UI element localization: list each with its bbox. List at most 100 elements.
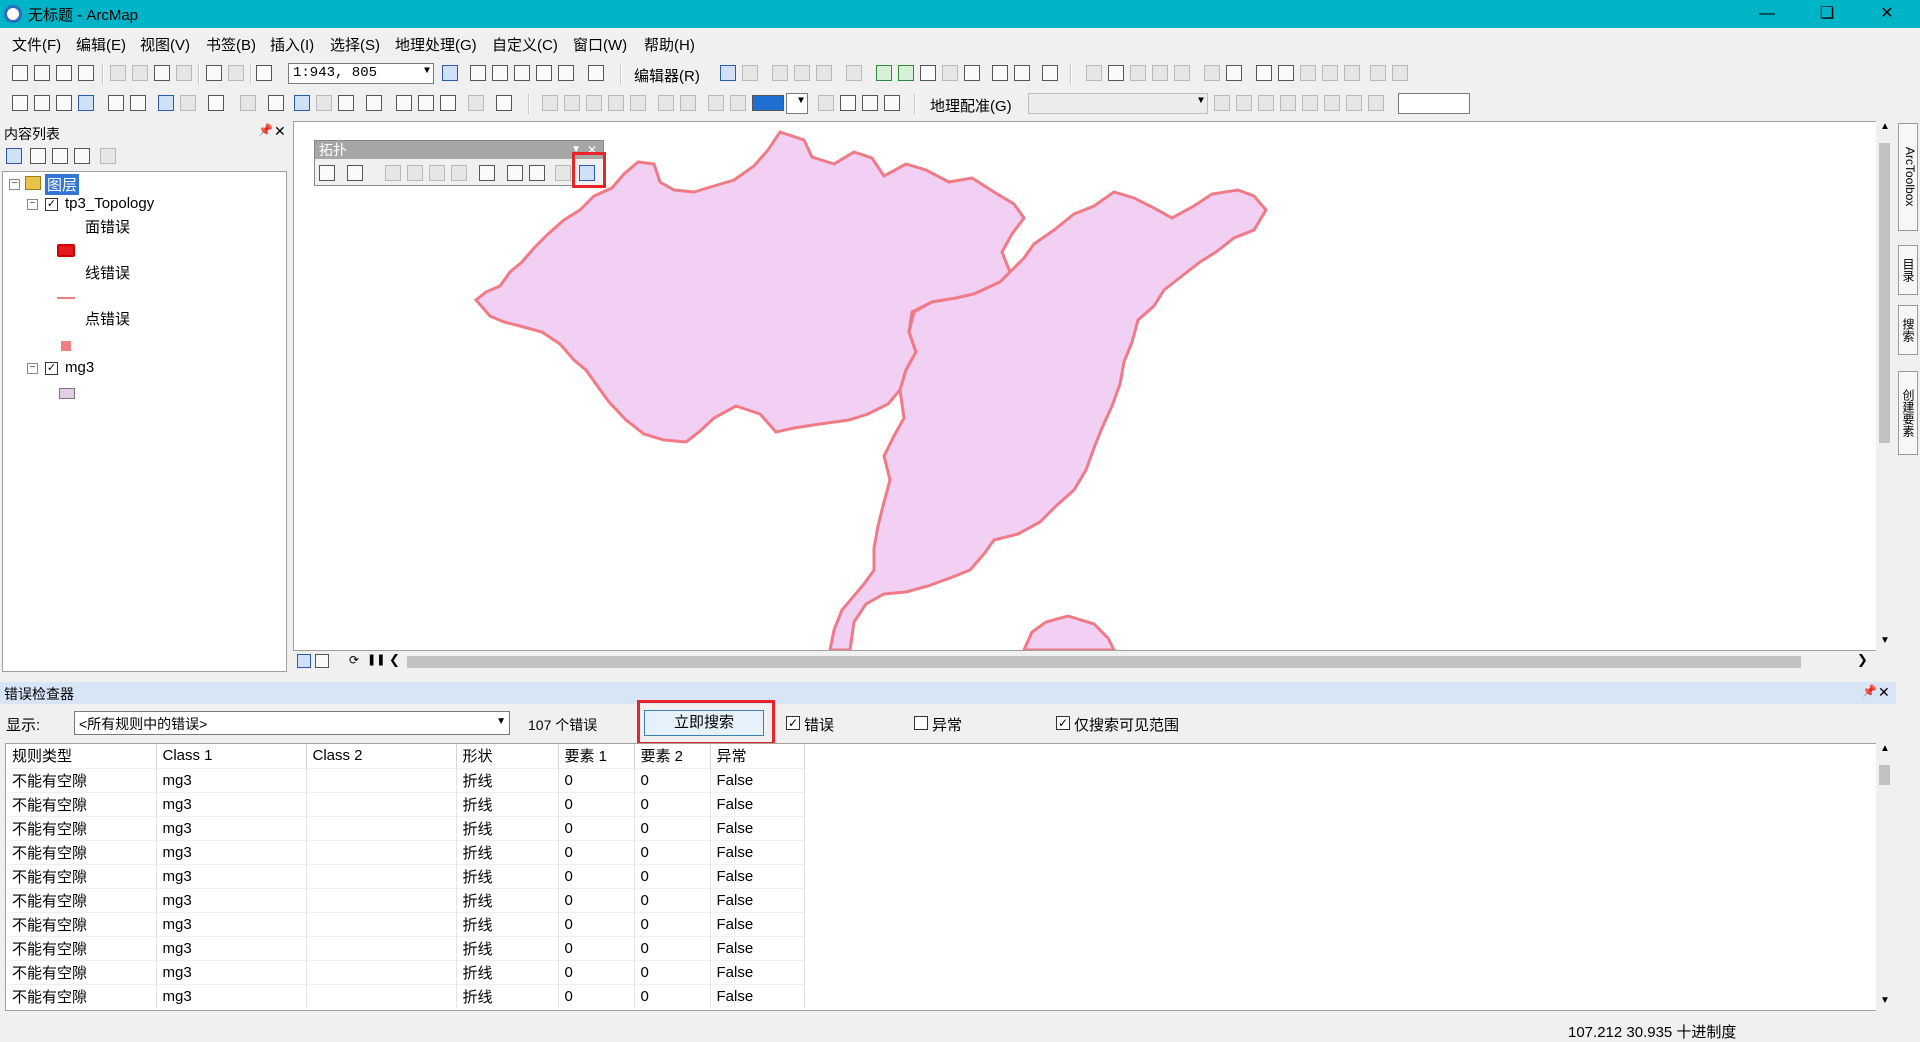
table-row[interactable]: 不能有空隙 mg3 折线 0 0 False	[6, 887, 805, 912]
list-by-source-icon[interactable]	[30, 148, 46, 164]
layout-tool-icon-7[interactable]	[680, 95, 696, 111]
globe-icon[interactable]	[1226, 65, 1242, 81]
copy-icon[interactable]	[132, 65, 148, 81]
layer-visibility-checkbox[interactable]: ✓	[45, 198, 58, 211]
menu-edit[interactable]: 编辑(E)	[76, 34, 126, 55]
fixed-zoom-out-icon[interactable]	[130, 95, 146, 111]
full-extent-icon[interactable]	[78, 95, 94, 111]
layout-tool-icon-5[interactable]	[630, 95, 646, 111]
fix-error-icon[interactable]	[555, 165, 571, 181]
georef-tool-icon-4[interactable]	[1322, 65, 1338, 81]
layout-tool-icon-4[interactable]	[608, 95, 624, 111]
html-popup-icon[interactable]	[338, 95, 354, 111]
draw-tool-icon-4[interactable]	[884, 95, 900, 111]
advanced-edit-icon-6[interactable]	[1204, 65, 1220, 81]
column-header-feature2[interactable]: 要素 2	[634, 744, 711, 768]
exceptions-checkbox[interactable]	[914, 716, 928, 730]
list-by-drawing-order-icon[interactable]	[6, 148, 22, 164]
polygon-feature-south[interactable]	[1021, 614, 1117, 652]
advanced-edit-icon-1[interactable]	[1086, 65, 1102, 81]
map-vertical-scrollbar[interactable]: ▲ ▼	[1876, 121, 1893, 651]
cut-polygons-icon[interactable]	[920, 65, 936, 81]
menu-customize[interactable]: 自定义(C)	[492, 34, 558, 55]
column-header-shape[interactable]: 形状	[456, 744, 559, 768]
reshape-feature-icon[interactable]	[898, 65, 914, 81]
draw-tool-icon-1[interactable]	[818, 95, 834, 111]
scrollbar-thumb[interactable]	[1879, 143, 1890, 443]
catalog-icon[interactable]	[492, 65, 508, 81]
chevron-down-icon[interactable]: ▼	[424, 66, 430, 77]
column-header-feature1[interactable]: 要素 1	[558, 744, 635, 768]
layer-visibility-checkbox[interactable]: ✓	[45, 362, 58, 375]
layout-tool-icon-6[interactable]	[658, 95, 674, 111]
column-header-rule-type[interactable]: 规则类型	[6, 744, 157, 768]
table-vertical-scrollbar[interactable]: ▲ ▼	[1876, 743, 1893, 1011]
toc-icon[interactable]	[470, 65, 486, 81]
edit-annotation-icon[interactable]	[742, 65, 758, 81]
split-icon[interactable]	[942, 65, 958, 81]
topology-edit-icon-2[interactable]	[407, 165, 423, 181]
topology-edit-icon-1[interactable]	[385, 165, 401, 181]
dock-tab-catalog[interactable]: 目录	[1898, 245, 1918, 295]
close-icon[interactable]: ✕	[1872, 2, 1902, 26]
create-features-icon[interactable]	[1042, 65, 1058, 81]
edit-tool-icon[interactable]	[720, 65, 736, 81]
time-slider-icon[interactable]	[468, 95, 484, 111]
trace-icon[interactable]	[816, 65, 832, 81]
collapse-icon[interactable]: −	[27, 363, 38, 374]
advanced-edit-icon-3[interactable]	[1130, 65, 1146, 81]
menu-select[interactable]: 选择(S)	[330, 34, 380, 55]
chevron-down-icon[interactable]: ▼	[1198, 96, 1204, 107]
table-row[interactable]: 不能有空隙 mg3 折线 0 0 False	[6, 767, 805, 792]
layout-tool-icon-8[interactable]	[708, 95, 724, 111]
layout-tool-icon-9[interactable]	[730, 95, 746, 111]
menu-window[interactable]: 窗口(W)	[573, 34, 627, 55]
print-icon[interactable]	[78, 65, 94, 81]
clear-selection-icon[interactable]	[240, 95, 256, 111]
collapse-icon[interactable]: −	[9, 179, 20, 190]
close-icon[interactable]: ✕	[274, 123, 286, 140]
edit-vertices-icon[interactable]	[876, 65, 892, 81]
georef-icon-7[interactable]	[1346, 95, 1362, 111]
column-header-class2[interactable]: Class 2	[306, 744, 457, 768]
hyperlink-icon[interactable]	[316, 95, 332, 111]
pin-icon[interactable]: 📌	[258, 123, 273, 137]
errors-checkbox[interactable]: ✓	[786, 716, 800, 730]
identify-icon[interactable]	[294, 95, 310, 111]
horizontal-scrollbar-thumb[interactable]	[407, 656, 1801, 668]
save-icon[interactable]	[56, 65, 72, 81]
fixed-zoom-in-icon[interactable]	[108, 95, 124, 111]
chevron-down-icon[interactable]: ▼	[1880, 995, 1890, 1006]
layers-root[interactable]: 图层	[45, 174, 80, 195]
table-row[interactable]: 不能有空隙 mg3 折线 0 0 False	[6, 815, 805, 840]
layout-tool-icon-1[interactable]	[542, 95, 558, 111]
georef-tool-icon-2[interactable]	[1278, 65, 1294, 81]
georef-icon-1[interactable]	[1214, 95, 1230, 111]
construct-features-icon[interactable]	[479, 165, 495, 181]
close-icon[interactable]: ✕	[1878, 684, 1890, 701]
menu-geoprocessing[interactable]: 地理处理(G)	[395, 34, 477, 55]
python-window-icon[interactable]	[558, 65, 574, 81]
advanced-edit-icon-2[interactable]	[1108, 65, 1124, 81]
georef-tool-icon-7[interactable]	[1392, 65, 1408, 81]
georef-icon-3[interactable]	[1258, 95, 1274, 111]
topology-edit-icon-4[interactable]	[451, 165, 467, 181]
menu-help[interactable]: 帮助(H)	[644, 34, 695, 55]
georef-icon-6[interactable]	[1324, 95, 1340, 111]
menu-file[interactable]: 文件(F)	[12, 34, 61, 55]
create-viewer-icon[interactable]	[496, 95, 512, 111]
measure-icon[interactable]	[366, 95, 382, 111]
georef-input[interactable]	[1398, 93, 1470, 114]
chevron-up-icon[interactable]: ▲	[1880, 743, 1890, 754]
dock-tab-create-features[interactable]: 创建要素	[1898, 371, 1918, 455]
zoom-in-icon[interactable]	[12, 95, 28, 111]
redo-icon[interactable]	[228, 65, 244, 81]
editor-menu[interactable]: 编辑器(R)	[634, 65, 700, 86]
restore-icon[interactable]: ❏	[1812, 2, 1842, 26]
map-view[interactable]	[293, 121, 1879, 652]
georef-icon-4[interactable]	[1280, 95, 1296, 111]
refresh-icon[interactable]: ⟳	[349, 653, 359, 667]
back-arrow-icon[interactable]	[158, 95, 174, 111]
minimize-icon[interactable]: —	[1752, 2, 1782, 26]
column-header-class1[interactable]: Class 1	[156, 744, 307, 768]
